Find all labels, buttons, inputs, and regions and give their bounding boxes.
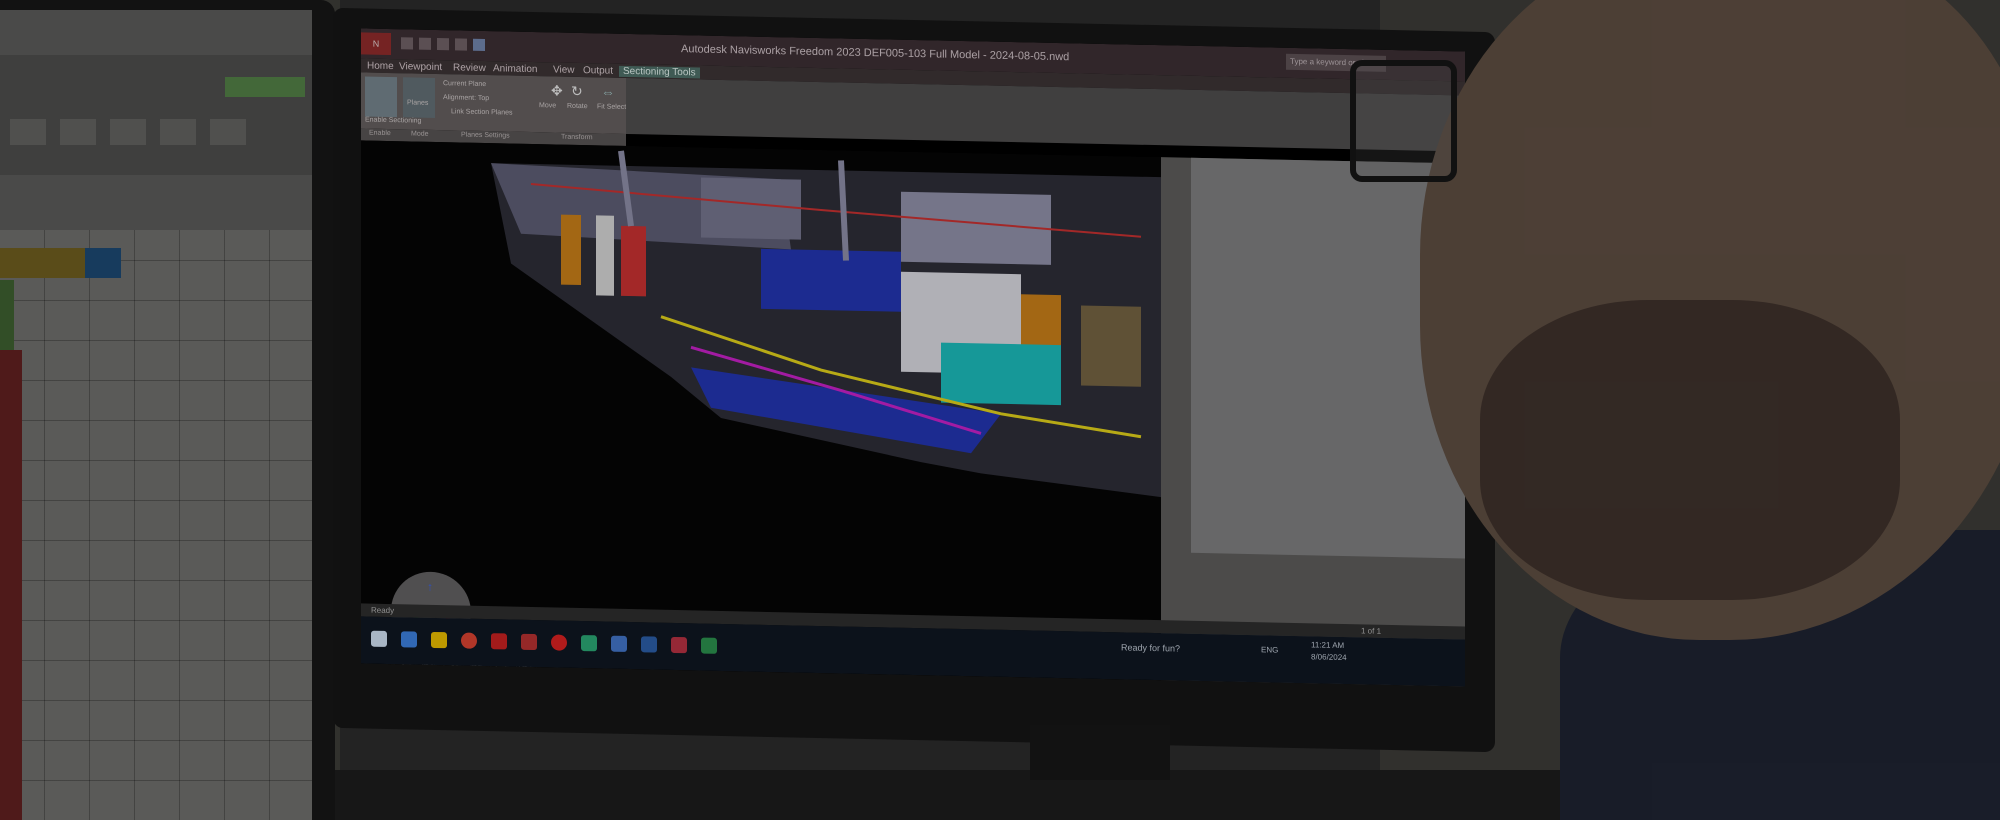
spreadsheet-highlight — [0, 280, 14, 350]
group-enable: Enable — [369, 129, 391, 138]
spreadsheet-grid[interactable] — [0, 230, 312, 820]
monitor-stand — [1030, 725, 1170, 780]
tab-animation[interactable]: Animation — [493, 63, 537, 75]
sectioning-ribbon: Enable Sectioning Planes Current Plane A… — [361, 72, 636, 134]
undo-icon[interactable] — [455, 38, 467, 51]
photo-scene: N Autodesk Navisworks Freedom 2023 DEF00… — [0, 0, 2000, 820]
teams-icon[interactable] — [611, 635, 627, 652]
alignment-select[interactable]: Alignment: Top — [443, 94, 489, 102]
app-icon[interactable] — [521, 633, 537, 651]
red-compartment — [621, 225, 646, 297]
tab-view[interactable]: View — [553, 64, 575, 75]
clock-date[interactable]: 8/06/2024 — [1311, 652, 1347, 662]
bridge-cabin — [701, 177, 801, 240]
move-icon[interactable]: ✥ — [551, 82, 563, 99]
word-icon[interactable] — [641, 636, 657, 653]
chrome-icon[interactable] — [461, 632, 477, 649]
tab-review[interactable]: Review — [453, 62, 486, 74]
blue-deck — [761, 248, 901, 312]
ribbon-button[interactable] — [110, 119, 146, 145]
orange-compartment — [561, 214, 581, 286]
spreadsheet-ribbon — [0, 55, 312, 175]
glasses — [1350, 60, 1457, 182]
main-screen: N Autodesk Navisworks Freedom 2023 DEF00… — [361, 28, 1465, 687]
tab-viewpoint[interactable]: Viewpoint — [399, 61, 442, 73]
select-icon[interactable] — [473, 38, 485, 52]
tab-home[interactable]: Home — [367, 61, 394, 73]
ribbon-button[interactable] — [210, 119, 246, 145]
left-monitor — [0, 0, 335, 820]
spreadsheet-header-cell — [85, 248, 121, 278]
ribbon-button[interactable] — [10, 119, 46, 145]
navisworks-icon[interactable] — [671, 636, 687, 654]
window-title: Autodesk Navisworks Freedom 2023 DEF005-… — [681, 43, 1070, 64]
file-explorer-icon[interactable] — [431, 631, 447, 649]
clock-time[interactable]: 11:21 AM — [1311, 640, 1344, 650]
tab-sectioning-tools[interactable]: Sectioning Tools — [619, 65, 700, 79]
enable-sectioning-button[interactable] — [365, 76, 397, 118]
left-monitor-screen — [0, 10, 312, 820]
planes-label: Planes — [407, 99, 429, 107]
acrobat-icon[interactable] — [491, 633, 507, 650]
excel-icon[interactable] — [701, 637, 717, 654]
tab-output[interactable]: Output — [583, 65, 613, 77]
open-icon[interactable] — [401, 37, 413, 50]
person-beard — [1480, 300, 1900, 600]
outlook-icon[interactable] — [401, 631, 417, 648]
cyan-tank — [941, 342, 1061, 406]
spreadsheet-highlight — [0, 350, 22, 820]
rotate-label: Rotate — [567, 102, 588, 111]
media-icon[interactable] — [551, 634, 567, 651]
z-axis-icon: ↑ — [427, 579, 433, 594]
fit-selection-icon[interactable]: ⇔ — [601, 83, 615, 99]
maps-icon[interactable] — [581, 635, 597, 652]
weather-widget[interactable]: Ready for fun? — [1121, 642, 1180, 653]
group-planes-settings[interactable]: Planes Settings — [461, 132, 510, 140]
enable-sectioning-label: Enable Sectioning — [365, 116, 422, 125]
spreadsheet-header-cell — [0, 248, 85, 278]
status-text: Ready — [371, 605, 395, 616]
move-label: Move — [539, 102, 557, 110]
main-monitor: N Autodesk Navisworks Freedom 2023 DEF00… — [333, 7, 1495, 753]
planes-button[interactable] — [403, 77, 435, 118]
page-indicator: 1 of 1 — [1361, 626, 1382, 636]
start-icon[interactable] — [371, 630, 387, 647]
language-indicator[interactable]: ENG — [1261, 645, 1278, 654]
link-section-planes-toggle[interactable]: Link Section Planes — [451, 108, 512, 116]
ship-model — [491, 150, 1161, 498]
print-icon[interactable] — [437, 38, 449, 51]
brown-panel — [1081, 305, 1141, 387]
ribbon-button[interactable] — [160, 119, 196, 145]
ribbon-button[interactable] — [60, 119, 96, 145]
group-mode: Mode — [411, 130, 429, 138]
rotate-icon[interactable]: ↻ — [571, 83, 583, 100]
3d-viewport[interactable]: ↑ ↘ ↙ X: 25.734 m Y: -13.349 m Z: 6.524 … — [361, 140, 1161, 681]
app-logo[interactable]: N — [361, 32, 391, 56]
current-plane-select[interactable]: Current Plane — [443, 80, 486, 88]
spreadsheet-green-button[interactable] — [225, 77, 305, 97]
white-compartment — [596, 215, 614, 296]
save-icon[interactable] — [419, 37, 431, 50]
group-transform[interactable]: Transform — [561, 134, 593, 142]
